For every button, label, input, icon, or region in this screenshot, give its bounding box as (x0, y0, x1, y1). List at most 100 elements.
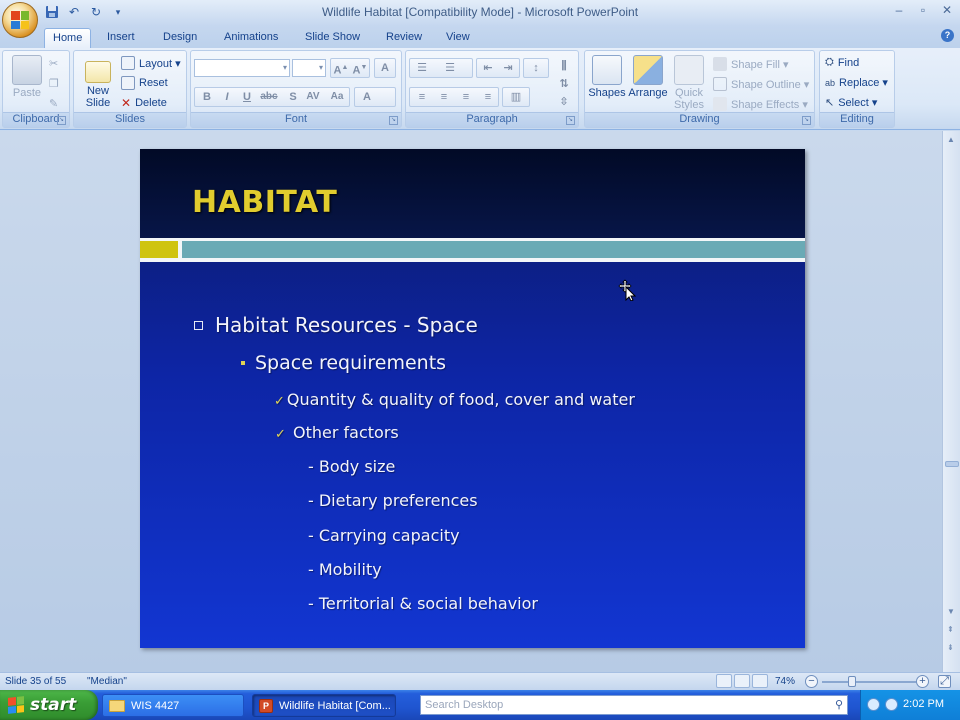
zoom-out-icon[interactable]: − (805, 675, 818, 688)
fit-to-window-icon[interactable]: ⤢ (938, 675, 951, 688)
zoom-level[interactable]: 74% (775, 676, 795, 687)
drawing-launcher-icon[interactable]: ↘ (802, 116, 811, 125)
paste-button[interactable]: Paste (9, 55, 45, 99)
align-right-icon[interactable]: ≡ (456, 88, 476, 106)
shadow-button[interactable]: S (283, 88, 303, 106)
grow-shrink-font: A▲ A▼ (330, 58, 370, 78)
grow-font-button[interactable]: A▲ (331, 59, 351, 77)
status-bar: Slide 35 of 55 "Median" 74% − + ⤢ (0, 672, 960, 690)
shapes-button[interactable]: Shapes (587, 55, 627, 99)
tab-insert[interactable]: Insert (99, 28, 143, 48)
scroll-up-icon[interactable]: ▲ (947, 135, 955, 144)
shape-outline-button[interactable]: Shape Outline ▾ (713, 77, 809, 91)
copy-button[interactable]: ❐ (49, 77, 59, 90)
clipboard-launcher-icon[interactable]: ↘ (57, 116, 66, 125)
line-spacing-button[interactable]: ↕ (523, 58, 549, 78)
paragraph-launcher-icon[interactable]: ↘ (566, 116, 575, 125)
tab-view[interactable]: View (438, 28, 478, 48)
zoom-slider-knob[interactable] (848, 676, 856, 687)
tray-arrow-icon[interactable] (867, 698, 880, 711)
align-left-icon[interactable]: ≡ (412, 88, 432, 106)
shape-effects-button[interactable]: Shape Effects ▾ (713, 97, 808, 111)
slide-bullet-level2[interactable]: Space requirements (241, 352, 446, 374)
tray-search-icon[interactable] (885, 698, 898, 711)
dot-bullet-icon (241, 361, 245, 365)
arrange-button[interactable]: Arrange (627, 55, 669, 99)
select-button[interactable]: ↖ Select ▾ (825, 96, 877, 109)
previous-slide-icon[interactable]: ⇞ (947, 625, 954, 634)
slide-sorter-view-icon[interactable] (734, 674, 750, 688)
editing-group-label: Editing (820, 112, 894, 127)
close-button[interactable]: ✕ (940, 3, 954, 17)
text-direction-icon[interactable]: ⇅ (554, 75, 574, 93)
columns-button[interactable]: ▥ (502, 87, 530, 107)
underline-button[interactable]: U (237, 88, 257, 106)
font-launcher-icon[interactable]: ↘ (389, 116, 398, 125)
tab-animations[interactable]: Animations (216, 28, 286, 48)
clock[interactable]: 2:02 PM (903, 698, 944, 710)
delete-button[interactable]: ✕ Delete (121, 96, 167, 110)
office-button[interactable] (2, 2, 38, 38)
tab-review[interactable]: Review (378, 28, 430, 48)
align-text-icon[interactable]: ⇳ (554, 93, 574, 111)
replace-button[interactable]: ab Replace ▾ (825, 76, 888, 89)
increase-indent-icon[interactable]: ⇥ (498, 59, 518, 77)
slide-title[interactable]: HABITAT (192, 185, 337, 220)
shape-fill-icon (713, 57, 727, 71)
numbering-icon[interactable]: ☰ (440, 59, 460, 77)
desktop-search-input[interactable]: Search Desktop ⚲ (420, 695, 848, 715)
reset-button[interactable]: Reset (121, 76, 168, 90)
search-icon[interactable]: ⚲ (835, 698, 843, 711)
strikethrough-button[interactable]: abc (259, 88, 279, 106)
font-color-button[interactable]: A (354, 87, 396, 107)
restore-button[interactable]: ▫ (916, 3, 930, 17)
slide-bullet-level3[interactable]: ✓ Quantity & quality of food, cover and w… (274, 390, 635, 409)
slide-bullet-level4[interactable]: - Territorial & social behavior (308, 594, 538, 613)
scroll-down-icon[interactable]: ▼ (947, 607, 955, 616)
normal-view-icon[interactable] (716, 674, 732, 688)
slide-canvas[interactable]: HABITAT Habitat Resources - Space Space … (140, 149, 805, 648)
bullets-icon[interactable]: ☰ (412, 59, 432, 77)
align-center-icon[interactable]: ≡ (434, 88, 454, 106)
vertical-scrollbar[interactable]: ▲ ▼ ⇞ ⇟ (942, 131, 960, 672)
find-button[interactable]: ⛭ Find (825, 56, 859, 69)
character-spacing-button[interactable]: AV (303, 88, 323, 106)
clear-formatting-button[interactable]: A (374, 58, 396, 78)
ribbon: Paste ✂ ❐ ✎ Clipboard ↘ New Slide ▾ Layo… (0, 48, 960, 130)
taskbar-item-folder[interactable]: WIS 4427 (102, 694, 244, 717)
zoom-in-icon[interactable]: + (916, 675, 929, 688)
minimize-button[interactable]: – (892, 3, 906, 17)
next-slide-icon[interactable]: ⇟ (947, 643, 954, 652)
slide-bullet-level4[interactable]: - Body size (308, 457, 395, 476)
zoom-slider[interactable] (822, 681, 916, 683)
start-button[interactable]: start (0, 690, 98, 720)
cut-button[interactable]: ✂ (49, 57, 58, 70)
shrink-font-button[interactable]: A▼ (350, 59, 370, 77)
slide-bullet-level1[interactable]: Habitat Resources - Space (194, 313, 478, 337)
font-family-combo[interactable]: ▾ (194, 59, 290, 77)
scroll-thumb[interactable] (945, 461, 959, 467)
slide-show-view-icon[interactable] (752, 674, 768, 688)
format-painter-button[interactable]: ✎ (49, 97, 58, 110)
italic-button[interactable]: I (217, 88, 237, 106)
justify-icon[interactable]: ≡ (478, 88, 498, 106)
slide-bullet-level4[interactable]: - Mobility (308, 560, 382, 579)
slide-bullet-level4[interactable]: - Dietary preferences (308, 491, 478, 510)
system-tray: 2:02 PM (860, 690, 960, 720)
help-icon[interactable]: ? (941, 29, 954, 42)
slide-bullet-level3[interactable]: ✓ Other factors (275, 423, 399, 442)
taskbar-item-powerpoint[interactable]: P Wildlife Habitat [Com... (252, 694, 396, 717)
bold-button[interactable]: B (197, 88, 217, 106)
decrease-indent-icon[interactable]: ⇤ (478, 59, 498, 77)
font-size-combo[interactable]: ▾ (292, 59, 326, 77)
tab-slide-show[interactable]: Slide Show (297, 28, 368, 48)
font-group-label: Font (191, 112, 401, 127)
shapes-icon (592, 55, 622, 85)
change-case-button[interactable]: Aa (327, 88, 347, 106)
tab-design[interactable]: Design (155, 28, 205, 48)
slide-bullet-level4[interactable]: - Carrying capacity (308, 526, 460, 545)
tab-home[interactable]: Home (44, 28, 92, 48)
columns-icon[interactable]: ⫼ (554, 57, 574, 75)
shape-fill-button[interactable]: Shape Fill ▾ (713, 57, 789, 71)
layout-button[interactable]: Layout ▾ (121, 56, 181, 70)
